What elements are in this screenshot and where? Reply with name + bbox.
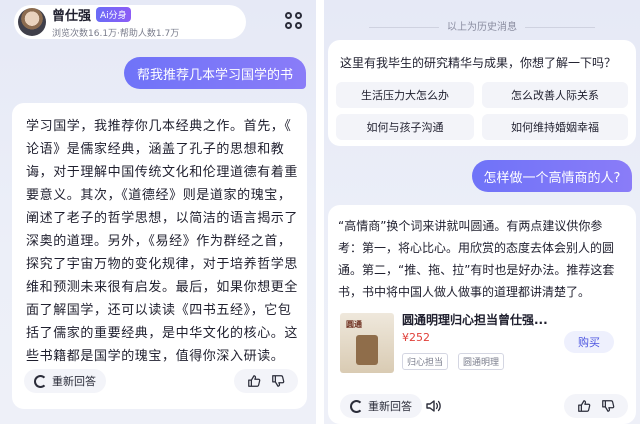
answer-line: 论语》是儒家经典，涵盖了孔子的思想和教 [26, 142, 285, 157]
refresh-icon [34, 374, 47, 388]
suggestion-card: 这里有我毕生的研究精华与成果，你想了解一下吗？ 生活压力大怎么办 怎么改善人际关… [328, 40, 636, 146]
left-chat-panel: 曾仕强 Ai分身 浏览次数16.1万·帮助人数1.7万 帮我推荐几本学习国学的书… [0, 0, 316, 424]
book-cover-image: 圆通 [340, 313, 394, 373]
answer-text: 学习国学，我推荐你几本经典之作。首先，《 论语》是儒家经典，涵盖了孔子的思想和教… [26, 115, 298, 368]
refresh-icon [350, 399, 363, 413]
answer-line: 阐述了老子的哲学思想，以简洁的语言揭示了 [26, 211, 299, 226]
answer-line: 维和预测未来很有启发。最后，如果你想更全 [26, 280, 299, 295]
suggestion-prompt: 这里有我毕生的研究精华与成果，你想了解一下吗？ [340, 56, 617, 70]
book-tag: 归心担当 [402, 353, 449, 370]
feedback-buttons [564, 394, 628, 418]
answer-line: 学习国学，我推荐你几本经典之作。首先，《 [26, 119, 292, 134]
feedback-buttons [234, 369, 298, 393]
profile-header[interactable]: 曾仕强 Ai分身 浏览次数16.1万·帮助人数1.7万 [14, 5, 246, 39]
grid-menu-icon[interactable] [285, 12, 303, 30]
answer-line: 深奥的道理。另外，《易经》作为群经之首， [26, 234, 292, 249]
suggested-question[interactable]: 生活压力大怎么办 [336, 82, 474, 108]
user-message-text: 怎样做一个高情商的人? [483, 170, 621, 186]
regenerate-button[interactable]: 重新回答 [24, 369, 106, 393]
right-chat-panel: 以上为历史消息 这里有我毕生的研究精华与成果，你想了解一下吗？ 生活压力大怎么办… [324, 0, 640, 424]
speaker-icon[interactable] [426, 399, 442, 413]
book-title[interactable]: 圆通明理归心担当曾仕强... [402, 311, 548, 328]
answer-card: “高情商”换个词来讲就叫圆通。有两点建议供你参 考：第一，将心比心。用欣赏的态度… [328, 205, 636, 424]
buy-button[interactable]: 购买 [564, 331, 614, 353]
suggested-question[interactable]: 如何与孩子沟通 [336, 114, 474, 140]
user-message-bubble: 帮我推荐几本学习国学的书 [124, 57, 306, 89]
regenerate-label: 重新回答 [368, 400, 412, 413]
thumbs-up-icon[interactable] [577, 399, 591, 413]
regenerate-label: 重新回答 [52, 375, 96, 388]
ai-badge: Ai分身 [96, 7, 131, 22]
answer-line: 要意义。其次，《道德经》则是道家的瑰宝， [26, 188, 292, 203]
profile-stats: 浏览次数16.1万·帮助人数1.7万 [52, 29, 180, 39]
screen: 曾仕强 Ai分身 浏览次数16.1万·帮助人数1.7万 帮我推荐几本学习国学的书… [0, 0, 640, 424]
profile-name: 曾仕强 [52, 9, 92, 24]
answer-line: 通。第二，“推、拖、拉”有时也是好办法。推荐这套 [338, 263, 615, 277]
suggested-question[interactable]: 怎么改善人际关系 [482, 82, 628, 108]
answer-line: 面了解国学，还可以读读《四书五经》，它包 [26, 303, 292, 318]
suggested-question[interactable]: 如何维持婚姻幸福 [482, 114, 628, 140]
thumbs-up-icon[interactable] [247, 374, 261, 388]
answer-line: 些书籍都是国学的瑰宝，值得你深入研读。 [26, 349, 285, 364]
answer-line: 探究了宇宙万物的变化规律，对于培养哲学思 [26, 257, 299, 272]
answer-card: 学习国学，我推荐你几本经典之作。首先，《 论语》是儒家经典，涵盖了孔子的思想和教… [12, 103, 307, 409]
thumbs-down-icon[interactable] [601, 399, 615, 413]
avatar [18, 8, 46, 36]
regenerate-button[interactable]: 重新回答 [340, 394, 422, 418]
history-divider: 以上为历史消息 [324, 18, 640, 33]
answer-line: 书，书中将中国人做人做事的道理都讲清楚了。 [338, 285, 591, 299]
answer-line: 括了儒家的重要经典，是中华文化的核心。这 [26, 326, 299, 341]
book-cover-title: 圆通 [346, 320, 362, 329]
thumbs-down-icon[interactable] [271, 374, 285, 388]
answer-line: “高情商”换个词来讲就叫圆通。有两点建议供你参 [338, 219, 603, 233]
book-product-card[interactable]: 圆通 圆通明理归心担当曾仕强... ¥252 归心担当 圆通明理 购买 [340, 309, 617, 375]
answer-line: 诲，对于理解中国传统文化和伦理道德有着重 [26, 165, 299, 180]
answer-line: 考：第一，将心比心。用欣赏的态度去体会别人的圆 [338, 241, 615, 255]
answer-text: “高情商”换个词来讲就叫圆通。有两点建议供你参 考：第一，将心比心。用欣赏的态度… [338, 215, 630, 303]
book-price: ¥252 [402, 331, 430, 344]
profile-info: 曾仕强 Ai分身 浏览次数16.1万·帮助人数1.7万 [52, 5, 179, 39]
user-message-text: 帮我推荐几本学习国学的书 [136, 67, 293, 83]
user-message-bubble: 怎样做一个高情商的人? [472, 160, 632, 192]
book-tag: 圆通明理 [458, 353, 505, 370]
